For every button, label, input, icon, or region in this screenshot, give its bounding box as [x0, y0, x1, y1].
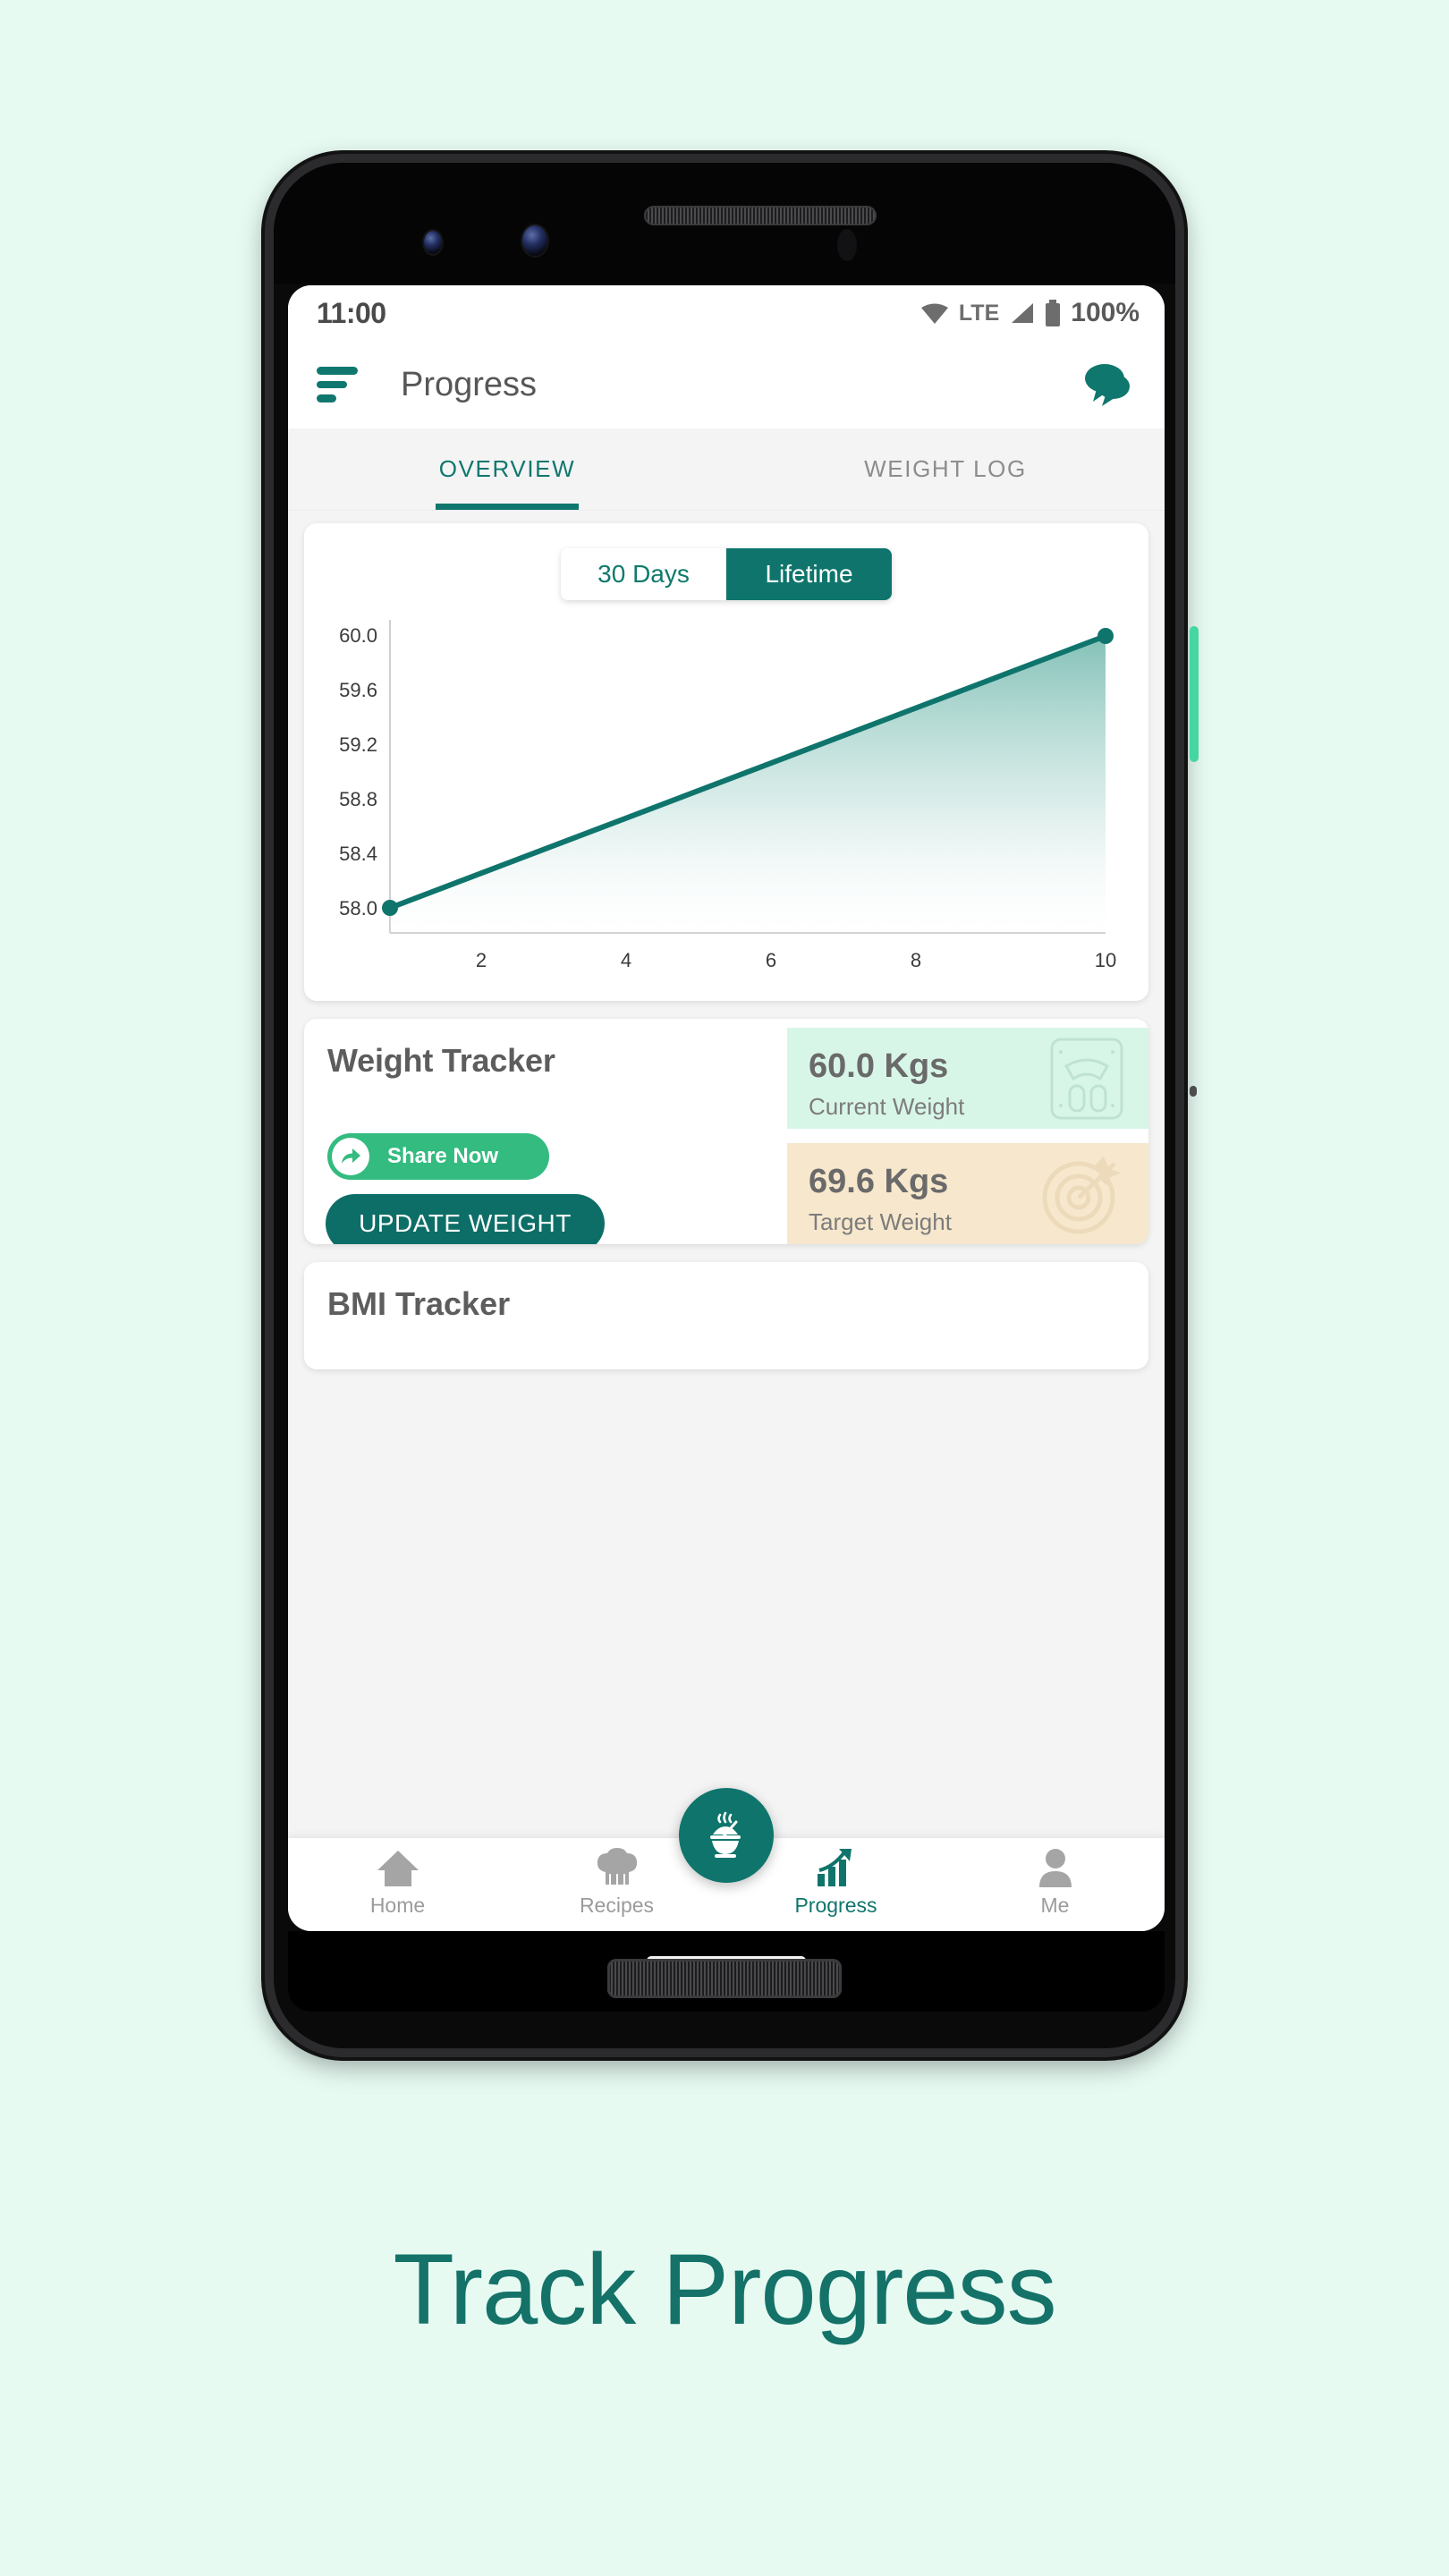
phone-screen-bezel: 11:00 LTE 100% Progress OVERVIEW WEIGHT … — [274, 163, 1175, 2048]
weight-line-chart: 60.0 59.6 59.2 58.8 58.4 58.0 2 4 6 8 10 — [318, 620, 1134, 978]
battery-icon — [1046, 300, 1061, 326]
x-tick-4: 10 — [1095, 949, 1116, 971]
phone-device-frame: 11:00 LTE 100% Progress OVERVIEW WEIGHT … — [265, 154, 1184, 2057]
network-type-label: LTE — [958, 300, 1000, 326]
phone-side-marker — [1190, 1086, 1197, 1097]
app-screen: 11:00 LTE 100% Progress OVERVIEW WEIGHT … — [288, 285, 1165, 1931]
bottom-nav-item-home[interactable]: Home — [288, 1838, 507, 1918]
weight-scale-icon — [1050, 1038, 1123, 1119]
target-dartboard-icon — [1042, 1156, 1122, 1233]
wifi-icon — [920, 303, 948, 324]
y-tick-3: 59.2 — [339, 733, 377, 756]
y-tick-5: 60.0 — [339, 624, 377, 647]
bottom-nav-item-me[interactable]: Me — [945, 1838, 1165, 1918]
status-bar-indicators: LTE 100% — [919, 298, 1140, 328]
add-meal-fab-button[interactable] — [679, 1788, 774, 1883]
chart-point-start — [382, 900, 398, 916]
weight-tracker-stats: 60.0 Kgs Current Weight 69.6 Kgs Target … — [787, 1019, 1148, 1244]
bottom-nav-label-recipes: Recipes — [579, 1894, 655, 1917]
range-option-30-days[interactable]: 30 Days — [561, 548, 726, 600]
app-bar: Progress — [288, 341, 1165, 428]
target-weight-box[interactable]: 69.6 Kgs Target Weight — [787, 1143, 1148, 1244]
weight-tracker-left-panel: Weight Tracker Share Now UPDATE WEIGHT — [304, 1019, 787, 1244]
share-icon-circle — [332, 1138, 369, 1175]
status-bar-clock: 11:00 — [317, 296, 386, 329]
chef-hat-icon — [597, 1848, 637, 1885]
home-icon — [377, 1851, 419, 1886]
hamburger-bar-2 — [317, 380, 347, 389]
chart-y-axis-labels: 60.0 59.6 59.2 58.8 58.4 58.0 — [339, 624, 377, 919]
y-tick-0: 58.0 — [339, 897, 377, 919]
x-tick-1: 4 — [621, 949, 631, 971]
update-weight-button[interactable]: UPDATE WEIGHT — [326, 1194, 605, 1244]
bottom-speaker-grille — [607, 1959, 842, 1998]
tab-overview[interactable]: OVERVIEW — [288, 428, 726, 510]
rice-bowl-icon — [710, 1811, 741, 1858]
chart-point-end — [1097, 628, 1114, 644]
hamburger-menu-icon[interactable] — [317, 367, 358, 403]
tab-weight-log-label: WEIGHT LOG — [864, 455, 1027, 482]
update-weight-label: UPDATE WEIGHT — [359, 1209, 572, 1237]
current-weight-box[interactable]: 60.0 Kgs Current Weight — [787, 1028, 1148, 1129]
bottom-nav-label-home: Home — [369, 1894, 426, 1917]
tab-weight-log[interactable]: WEIGHT LOG — [726, 428, 1165, 510]
range-option-lifetime[interactable]: Lifetime — [726, 548, 892, 600]
x-tick-3: 8 — [911, 949, 921, 971]
range-toggle: 30 Days Lifetime — [561, 548, 892, 600]
bottom-navigation-bar: Home Recipes Progress Me — [288, 1788, 1165, 1931]
battery-percent-label: 100% — [1071, 298, 1140, 327]
signal-icon — [1012, 303, 1034, 323]
tab-overview-label: OVERVIEW — [438, 455, 576, 482]
front-camera-secondary-icon — [424, 231, 442, 254]
chat-bubbles-icon[interactable] — [1084, 361, 1136, 408]
bmi-tracker-card[interactable]: BMI Tracker — [304, 1262, 1148, 1369]
status-bar: 11:00 LTE 100% — [288, 285, 1165, 341]
chart-area-fill — [390, 636, 1106, 933]
chart-x-axis-labels: 2 4 6 8 10 — [476, 949, 1116, 971]
tab-bar: OVERVIEW WEIGHT LOG — [288, 428, 1165, 511]
weight-tracker-card: Weight Tracker Share Now UPDATE WEIGHT 6… — [304, 1019, 1148, 1244]
earpiece-speaker-grille — [644, 206, 877, 225]
y-tick-1: 58.4 — [339, 843, 377, 865]
hamburger-bar-1 — [317, 367, 358, 375]
y-tick-2: 58.8 — [339, 788, 377, 810]
promo-caption: Track Progress — [393, 2233, 1056, 2345]
x-tick-2: 6 — [766, 949, 776, 971]
proximity-sensor-icon — [837, 229, 857, 261]
bottom-nav-label-me: Me — [1040, 1894, 1070, 1917]
growth-chart-icon — [817, 1849, 852, 1886]
share-arrow-icon — [342, 1148, 360, 1164]
phone-top-bezel — [274, 163, 1175, 284]
weight-tracker-title: Weight Tracker — [327, 1042, 555, 1079]
front-camera-primary-icon — [522, 225, 547, 256]
chart-svg: 60.0 59.6 59.2 58.8 58.4 58.0 2 4 6 8 10 — [339, 620, 1116, 971]
weight-chart-card: 30 Days Lifetime 60.0 59.6 59.2 58.8 58.… — [304, 523, 1148, 1001]
share-now-label: Share Now — [387, 1144, 499, 1168]
scroll-content: 30 Days Lifetime 60.0 59.6 59.2 58.8 58.… — [288, 511, 1165, 1369]
person-icon — [1038, 1849, 1072, 1887]
y-tick-4: 59.6 — [339, 679, 377, 701]
share-now-button[interactable]: Share Now — [327, 1133, 549, 1180]
page-title: Progress — [401, 365, 538, 403]
hamburger-bar-3 — [317, 394, 336, 403]
x-tick-0: 2 — [476, 949, 487, 971]
bottom-nav-label-progress: Progress — [794, 1894, 877, 1917]
bmi-tracker-title: BMI Tracker — [327, 1285, 511, 1322]
phone-side-button — [1190, 626, 1199, 762]
